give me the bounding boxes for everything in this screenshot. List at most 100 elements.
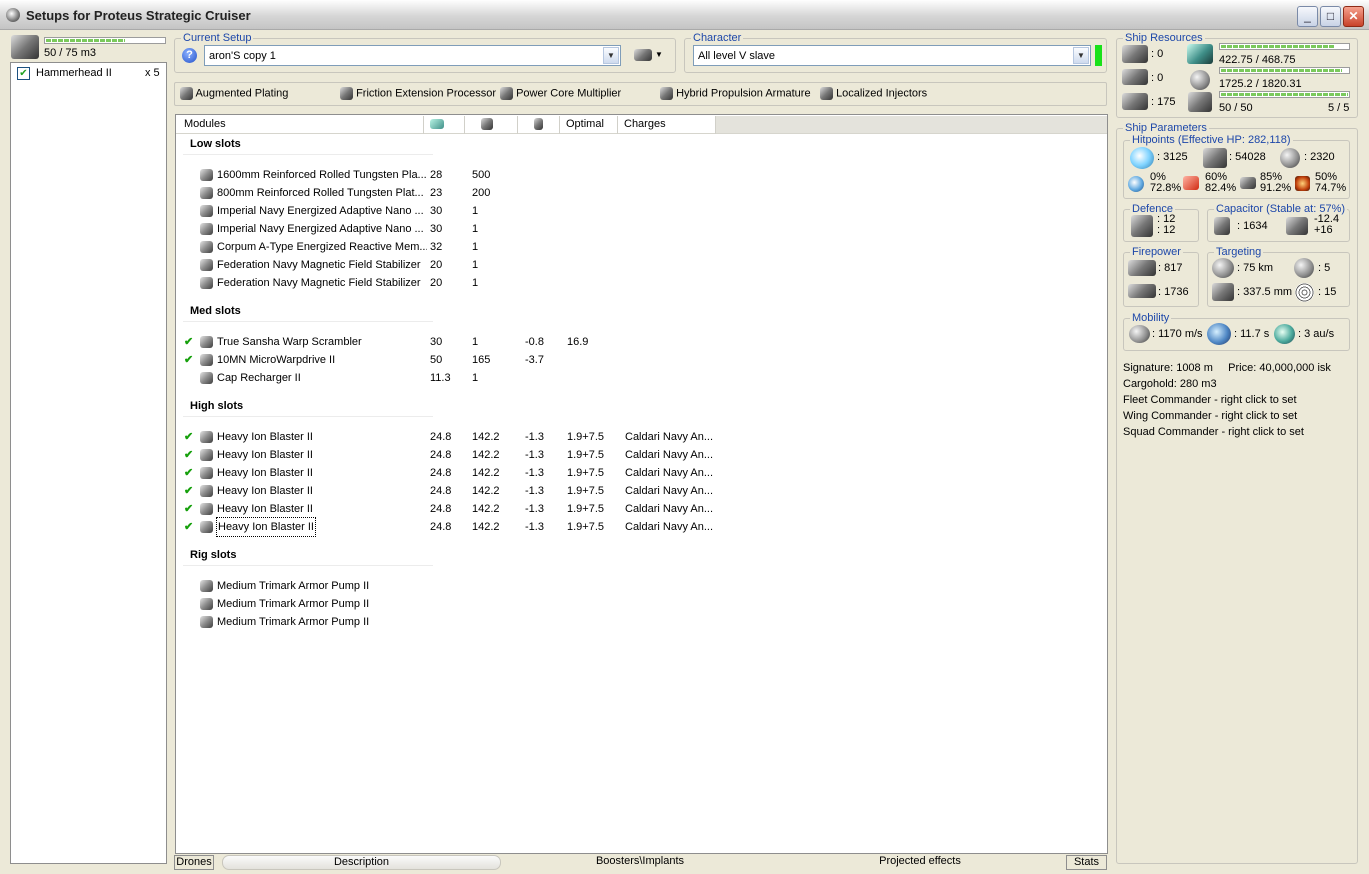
power-grid-icon: [1190, 70, 1210, 90]
module-row[interactable]: ✔ Heavy Ion Blaster II 24.8 142.2 -1.3 1.9+7.…: [176, 428, 1106, 446]
fleet-commander[interactable]: Fleet Commander - right click to set: [1123, 394, 1297, 406]
module-row[interactable]: Cap Recharger II 11.3 1: [176, 369, 1106, 387]
capacitor-rates: -12.4 +16: [1314, 214, 1339, 236]
tab-description[interactable]: Description: [222, 855, 501, 870]
module-name: True Sansha Warp Scrambler: [217, 336, 362, 348]
hitpoints-title: Hitpoints (Effective HP: 282,118): [1130, 134, 1293, 147]
subsystem-icon: [820, 87, 833, 100]
module-name: Heavy Ion Blaster II: [217, 503, 313, 515]
cpu-icon: [1187, 44, 1213, 64]
active-check-icon[interactable]: ✔: [184, 500, 193, 518]
setup-tools-icon[interactable]: [634, 49, 652, 61]
module-power: 142.2: [472, 431, 500, 443]
targeting-range: : 75 km: [1237, 262, 1274, 274]
tab-boosters-implants[interactable]: Boosters\Implants: [560, 855, 720, 870]
module-name: Imperial Navy Energized Adaptive Nano ..…: [217, 205, 424, 217]
module-row[interactable]: Medium Trimark Armor Pump II: [176, 577, 1106, 595]
active-check-icon[interactable]: ✔: [184, 428, 193, 446]
module-optimal: 16.9: [567, 336, 589, 348]
squad-commander[interactable]: Squad Commander - right click to set: [1123, 426, 1304, 438]
column-header-cpu[interactable]: [424, 116, 465, 134]
tab-projected-effects[interactable]: Projected effects: [840, 855, 1000, 870]
module-row[interactable]: Corpum A-Type Energized Reactive Mem... 3…: [176, 238, 1106, 256]
module-row[interactable]: ✔ Heavy Ion Blaster II 24.8 142.2 -1.3 1.9+7.…: [176, 517, 1106, 537]
active-check-icon[interactable]: ✔: [184, 464, 193, 482]
module-power: 142.2: [472, 521, 500, 533]
drone-name[interactable]: Hammerhead II: [36, 67, 112, 79]
module-row[interactable]: Federation Navy Magnetic Field Stabilize…: [176, 274, 1106, 292]
module-icon: [200, 467, 213, 479]
section-divider: [183, 565, 433, 566]
module-cpu: 20: [430, 259, 443, 271]
module-cpu: 11.3: [430, 372, 451, 384]
section-divider: [183, 416, 433, 417]
module-name: 10MN MicroWarpdrive II: [217, 354, 336, 366]
maximize-button[interactable]: □: [1320, 6, 1341, 27]
setup-select[interactable]: aron'S copy 1 ▼: [204, 45, 621, 66]
module-row[interactable]: Imperial Navy Energized Adaptive Nano ..…: [176, 220, 1106, 238]
calibration: : 175: [1151, 96, 1176, 108]
module-row[interactable]: Medium Trimark Armor Pump II: [176, 595, 1106, 613]
module-row[interactable]: Federation Navy Magnetic Field Stabilize…: [176, 256, 1106, 274]
setup-tools-dropdown-icon[interactable]: ▼: [655, 50, 663, 59]
module-power: 1: [472, 241, 479, 253]
module-cpu: 20: [430, 277, 443, 289]
em-resist: 0% 72.8%: [1150, 172, 1181, 194]
module-icon: [200, 223, 213, 235]
module-icon: [200, 521, 213, 533]
module-capacitor: -1.3: [525, 521, 544, 533]
help-icon[interactable]: ?: [182, 48, 197, 63]
subsystem-item[interactable]: Augmented Plating: [180, 87, 288, 100]
subsystem-label: Friction Extension Processor: [356, 87, 497, 100]
chevron-down-icon[interactable]: ▼: [1073, 47, 1089, 64]
tab-stats[interactable]: Stats: [1066, 855, 1107, 870]
subsystem-icon: [340, 87, 353, 100]
module-row[interactable]: ✔ Heavy Ion Blaster II 24.8 142.2 -1.3 1.9+7.…: [176, 482, 1106, 500]
module-name: Heavy Ion Blaster II: [217, 467, 313, 479]
chevron-down-icon[interactable]: ▼: [603, 47, 619, 64]
subsystem-item[interactable]: Localized Injectors: [820, 87, 927, 100]
close-button[interactable]: ✕: [1343, 6, 1364, 27]
module-row[interactable]: 800mm Reinforced Rolled Tungsten Plat...…: [176, 184, 1106, 202]
module-name: Medium Trimark Armor Pump II: [217, 598, 370, 610]
module-name: 800mm Reinforced Rolled Tungsten Plat...: [217, 187, 424, 199]
module-row[interactable]: ✔ Heavy Ion Blaster II 24.8 142.2 -1.3 1.9+7.…: [176, 500, 1106, 518]
active-check-icon[interactable]: ✔: [184, 351, 193, 369]
subsystem-item[interactable]: Power Core Multiplier: [500, 87, 621, 100]
scan-resolution-icon: [1212, 283, 1234, 301]
module-icon: [200, 277, 213, 289]
column-header-capacitor[interactable]: [518, 116, 560, 134]
module-row[interactable]: 1600mm Reinforced Rolled Tungsten Pla...…: [176, 166, 1106, 184]
module-row[interactable]: ✔ 10MN MicroWarpdrive II 50 165 -3.7: [176, 351, 1106, 369]
module-row[interactable]: ✔ Heavy Ion Blaster II 24.8 142.2 -1.3 1.9+7.…: [176, 464, 1106, 482]
kinetic-resist-icon: [1240, 177, 1256, 189]
subsystem-item[interactable]: Hybrid Propulsion Armature: [660, 87, 811, 100]
module-row[interactable]: Medium Trimark Armor Pump II: [176, 613, 1106, 631]
module-row[interactable]: ✔ True Sansha Warp Scrambler 30 1 -0.8 16.9: [176, 333, 1106, 351]
column-header-charges[interactable]: Charges: [618, 116, 716, 134]
active-check-icon[interactable]: ✔: [184, 446, 193, 464]
module-row[interactable]: Imperial Navy Energized Adaptive Nano ..…: [176, 202, 1106, 220]
defence-value: : 12: [1157, 224, 1176, 236]
tab-drones[interactable]: Drones: [174, 855, 214, 870]
column-header-power[interactable]: [465, 116, 518, 134]
launcher-hardpoints: : 0: [1151, 72, 1164, 84]
module-row[interactable]: ✔ Heavy Ion Blaster II 24.8 142.2 -1.3 1.9+7.…: [176, 446, 1106, 464]
subsystem-item[interactable]: Friction Extension Processor: [340, 87, 496, 100]
active-check-icon[interactable]: ✔: [184, 518, 193, 536]
section-divider: [183, 154, 433, 155]
active-check-icon[interactable]: ✔: [184, 482, 193, 500]
capacitor-recharge-icon: [1286, 217, 1308, 235]
module-name: Heavy Ion Blaster II: [217, 431, 313, 443]
warp-speed: : 3 au/s: [1298, 328, 1335, 340]
defence-icon: [1131, 215, 1153, 237]
wing-commander[interactable]: Wing Commander - right click to set: [1123, 410, 1297, 422]
drone-list: ✔ Hammerhead II x 5: [10, 62, 167, 864]
drone-checkbox[interactable]: ✔: [17, 67, 30, 80]
column-header-modules[interactable]: Modules: [178, 116, 424, 134]
minimize-button[interactable]: _: [1297, 6, 1318, 27]
column-header-optimal[interactable]: Optimal: [560, 116, 618, 134]
active-check-icon[interactable]: ✔: [184, 333, 193, 351]
window-title: Setups for Proteus Strategic Cruiser: [26, 8, 251, 23]
character-select[interactable]: All level V slave ▼: [693, 45, 1091, 66]
